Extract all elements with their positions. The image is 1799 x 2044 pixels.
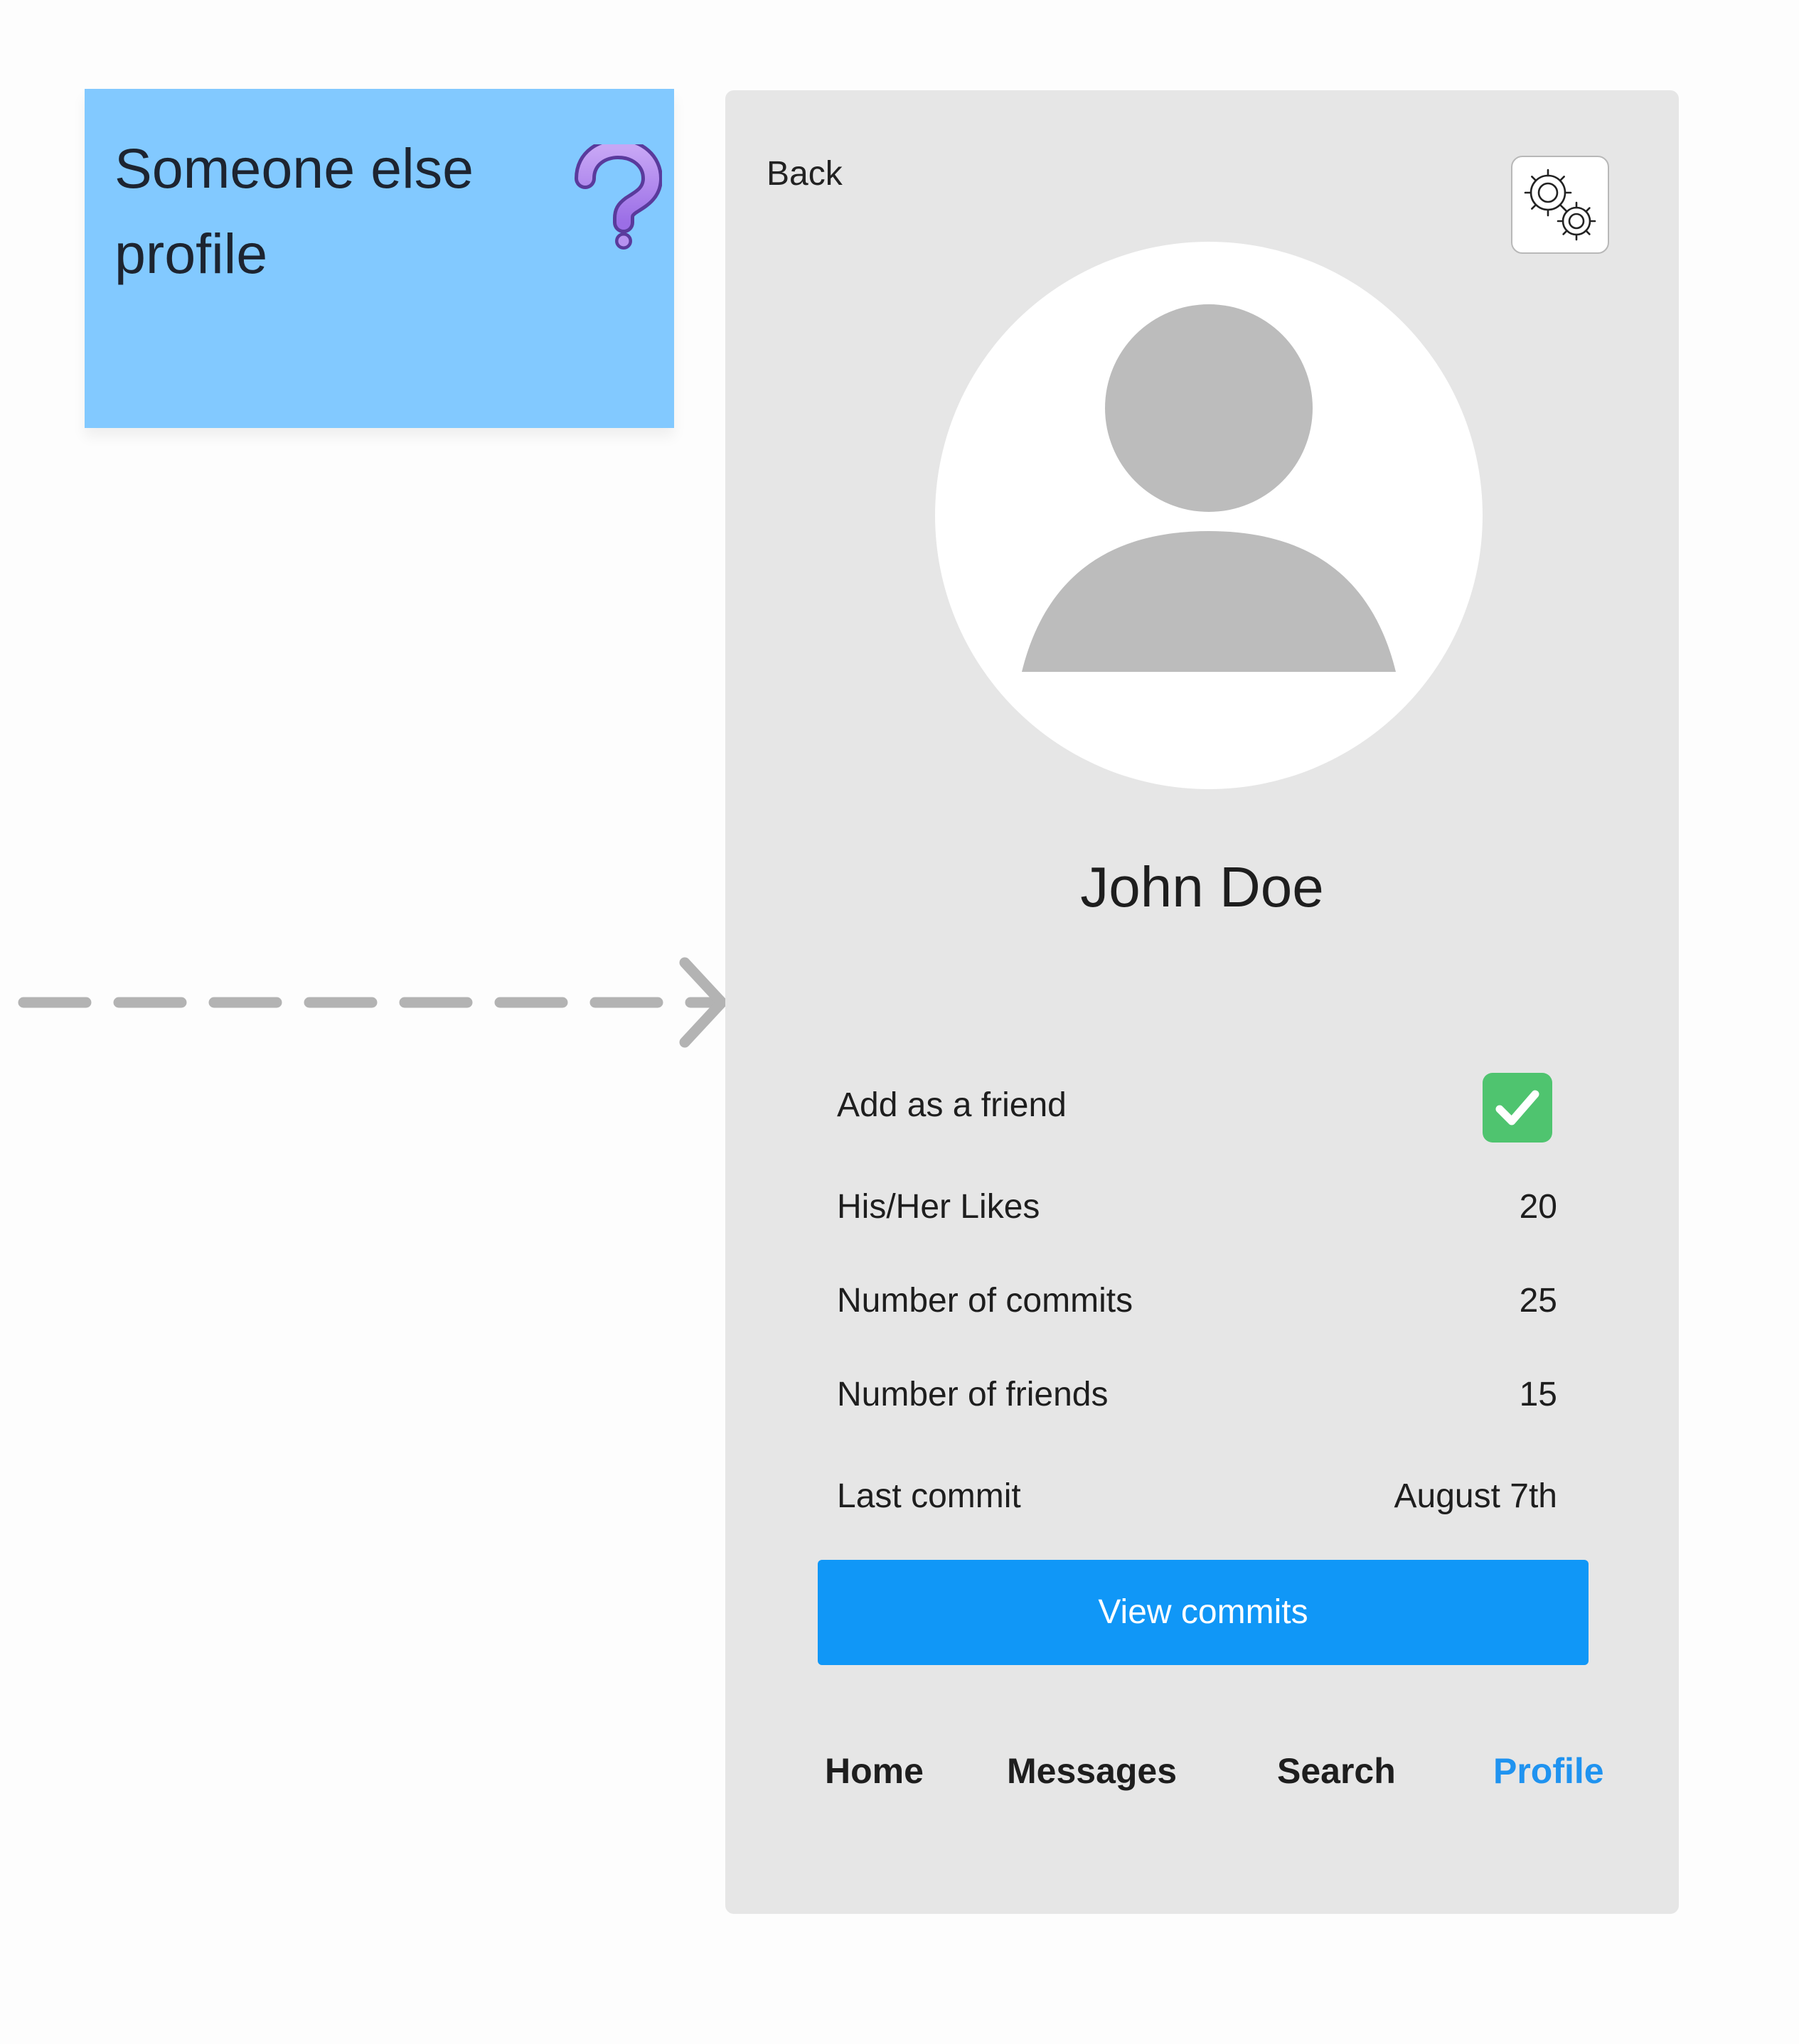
stat-row-add-friend: Add as a friend (837, 1086, 1557, 1143)
dashed-arrow-right-icon (18, 957, 727, 1048)
profile-screen: Back John Doe Add as a friend His/Her Li… (725, 90, 1679, 1914)
nav-item-messages[interactable]: Messages (1007, 1750, 1177, 1792)
avatar (935, 242, 1483, 789)
nav-item-profile[interactable]: Profile (1493, 1750, 1604, 1792)
stat-value: 15 (1519, 1376, 1557, 1413)
settings-button[interactable] (1511, 156, 1609, 254)
view-commits-button[interactable]: View commits (818, 1560, 1589, 1665)
canvas: Someone else profile Back John Doe Add a… (0, 0, 1799, 2044)
profile-name: John Doe (1080, 855, 1324, 919)
sticky-note-text: Someone else profile (114, 137, 474, 285)
stat-row-last-commit: Last commit August 7th (837, 1477, 1557, 1534)
checkmark-icon (1495, 1090, 1539, 1125)
stat-label: Number of commits (837, 1282, 1133, 1320)
nav-item-search[interactable]: Search (1277, 1750, 1396, 1792)
add-friend-checkbox[interactable] (1483, 1073, 1552, 1143)
stat-row-friends: Number of friends 15 (837, 1375, 1557, 1432)
stat-label: Add as a friend (837, 1086, 1067, 1124)
stat-label: Last commit (837, 1477, 1021, 1515)
user-placeholder-icon (1022, 304, 1396, 672)
stat-value: 25 (1519, 1282, 1557, 1320)
question-mark-icon (575, 144, 662, 250)
sticky-note: Someone else profile (85, 89, 674, 428)
stat-row-likes: His/Her Likes 20 (837, 1187, 1557, 1244)
stat-label: Number of friends (837, 1376, 1109, 1413)
stat-value: 20 (1519, 1188, 1557, 1226)
stat-row-commits: Number of commits 25 (837, 1281, 1557, 1338)
gears-icon (1524, 168, 1596, 241)
nav-item-home[interactable]: Home (825, 1750, 924, 1792)
stat-label: His/Her Likes (837, 1188, 1040, 1226)
back-button[interactable]: Back (767, 154, 843, 193)
stat-value: August 7th (1394, 1477, 1558, 1515)
